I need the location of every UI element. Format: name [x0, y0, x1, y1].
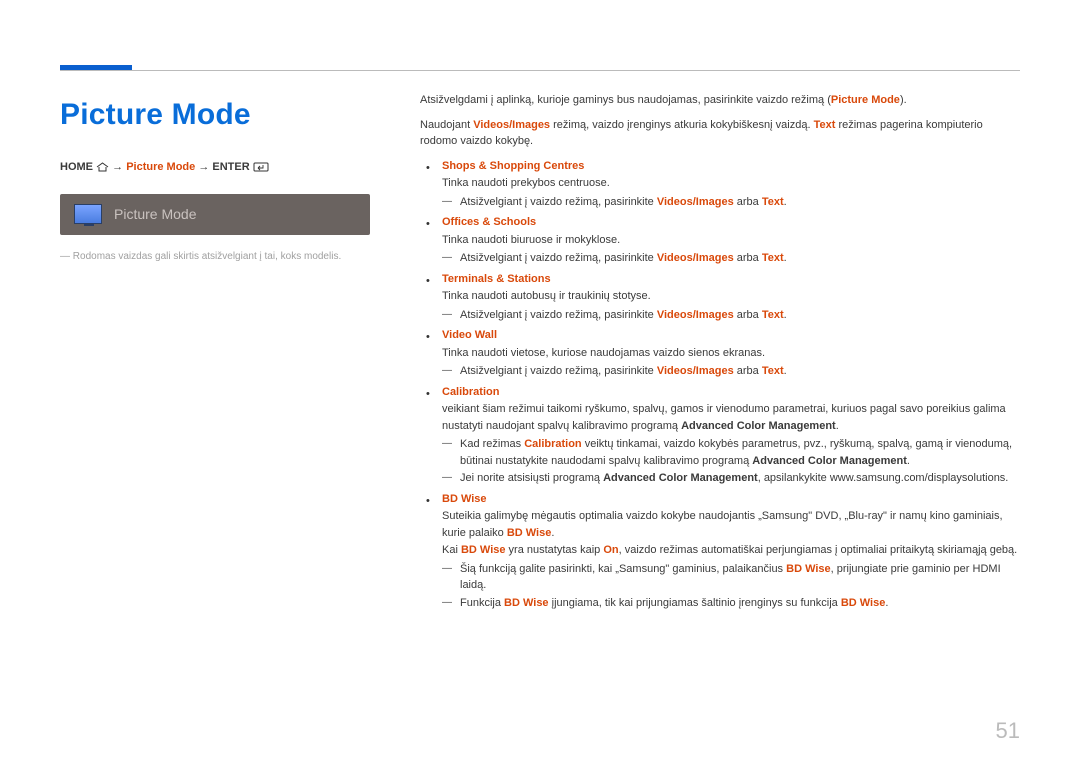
top-divider: [60, 70, 1020, 71]
bdwise-sub: Šią funkciją galite pasirinkti, kai „Sam…: [442, 561, 1020, 594]
calibration-sub: Kad režimas Calibration veiktų tinkamai,…: [442, 436, 1020, 469]
model-footnote: Rodomas vaizdas gali skirtis atsižvelgia…: [60, 249, 390, 264]
modes-list: • Shops & Shopping Centres Tinka naudoti…: [420, 158, 1020, 612]
nav-home: HOME: [60, 161, 93, 173]
document-page: Picture Mode HOME → Picture Mode → ENTER…: [0, 0, 1080, 763]
ui-preview-label: Picture Mode: [114, 204, 196, 225]
section-title: Picture Mode: [60, 92, 390, 137]
mode-calibration: • Calibration veikiant šiam režimui taik…: [420, 384, 1020, 487]
bdwise-sub: Funkcija BD Wise įjungiama, tik kai prij…: [442, 595, 1020, 612]
intro-line-1: Atsižvelgdami į aplinką, kurioje gaminys…: [420, 92, 1020, 109]
navigation-path: HOME → Picture Mode → ENTER: [60, 159, 390, 178]
enter-icon: [253, 161, 269, 178]
monitor-icon: [74, 204, 102, 224]
nav-arrow: →: [112, 161, 126, 173]
mode-sub: Atsižvelgiant į vaizdo režimą, pasirinki…: [442, 363, 1020, 380]
left-column: Picture Mode HOME → Picture Mode → ENTER…: [60, 92, 420, 615]
intro-line-2: Naudojant Videos/Images režimą, vaizdo į…: [420, 117, 1020, 150]
page-number: 51: [996, 714, 1020, 747]
mode-sub: Atsižvelgiant į vaizdo režimą, pasirinki…: [442, 307, 1020, 324]
nav-arrow: →: [198, 161, 212, 173]
home-icon: [96, 161, 109, 178]
mode-sub: Atsižvelgiant į vaizdo režimą, pasirinki…: [442, 194, 1020, 211]
right-column: Atsižvelgdami į aplinką, kurioje gaminys…: [420, 92, 1020, 615]
nav-enter: ENTER: [212, 161, 249, 173]
calibration-sub: Jei norite atsisiųsti programą Advanced …: [442, 470, 1020, 487]
mode-sub: Atsižvelgiant į vaizdo režimą, pasirinki…: [442, 250, 1020, 267]
mode-shops: • Shops & Shopping Centres Tinka naudoti…: [420, 158, 1020, 211]
mode-terminals: • Terminals & Stations Tinka naudoti aut…: [420, 271, 1020, 324]
ui-preview-card: Picture Mode: [60, 194, 370, 235]
nav-picture-mode: Picture Mode: [126, 161, 195, 173]
mode-offices: • Offices & Schools Tinka naudoti biuruo…: [420, 214, 1020, 267]
mode-videowall: • Video Wall Tinka naudoti vietose, kuri…: [420, 327, 1020, 380]
mode-bdwise: • BD Wise Suteikia galimybę mėgautis opt…: [420, 491, 1020, 612]
content-columns: Picture Mode HOME → Picture Mode → ENTER…: [60, 92, 1020, 615]
